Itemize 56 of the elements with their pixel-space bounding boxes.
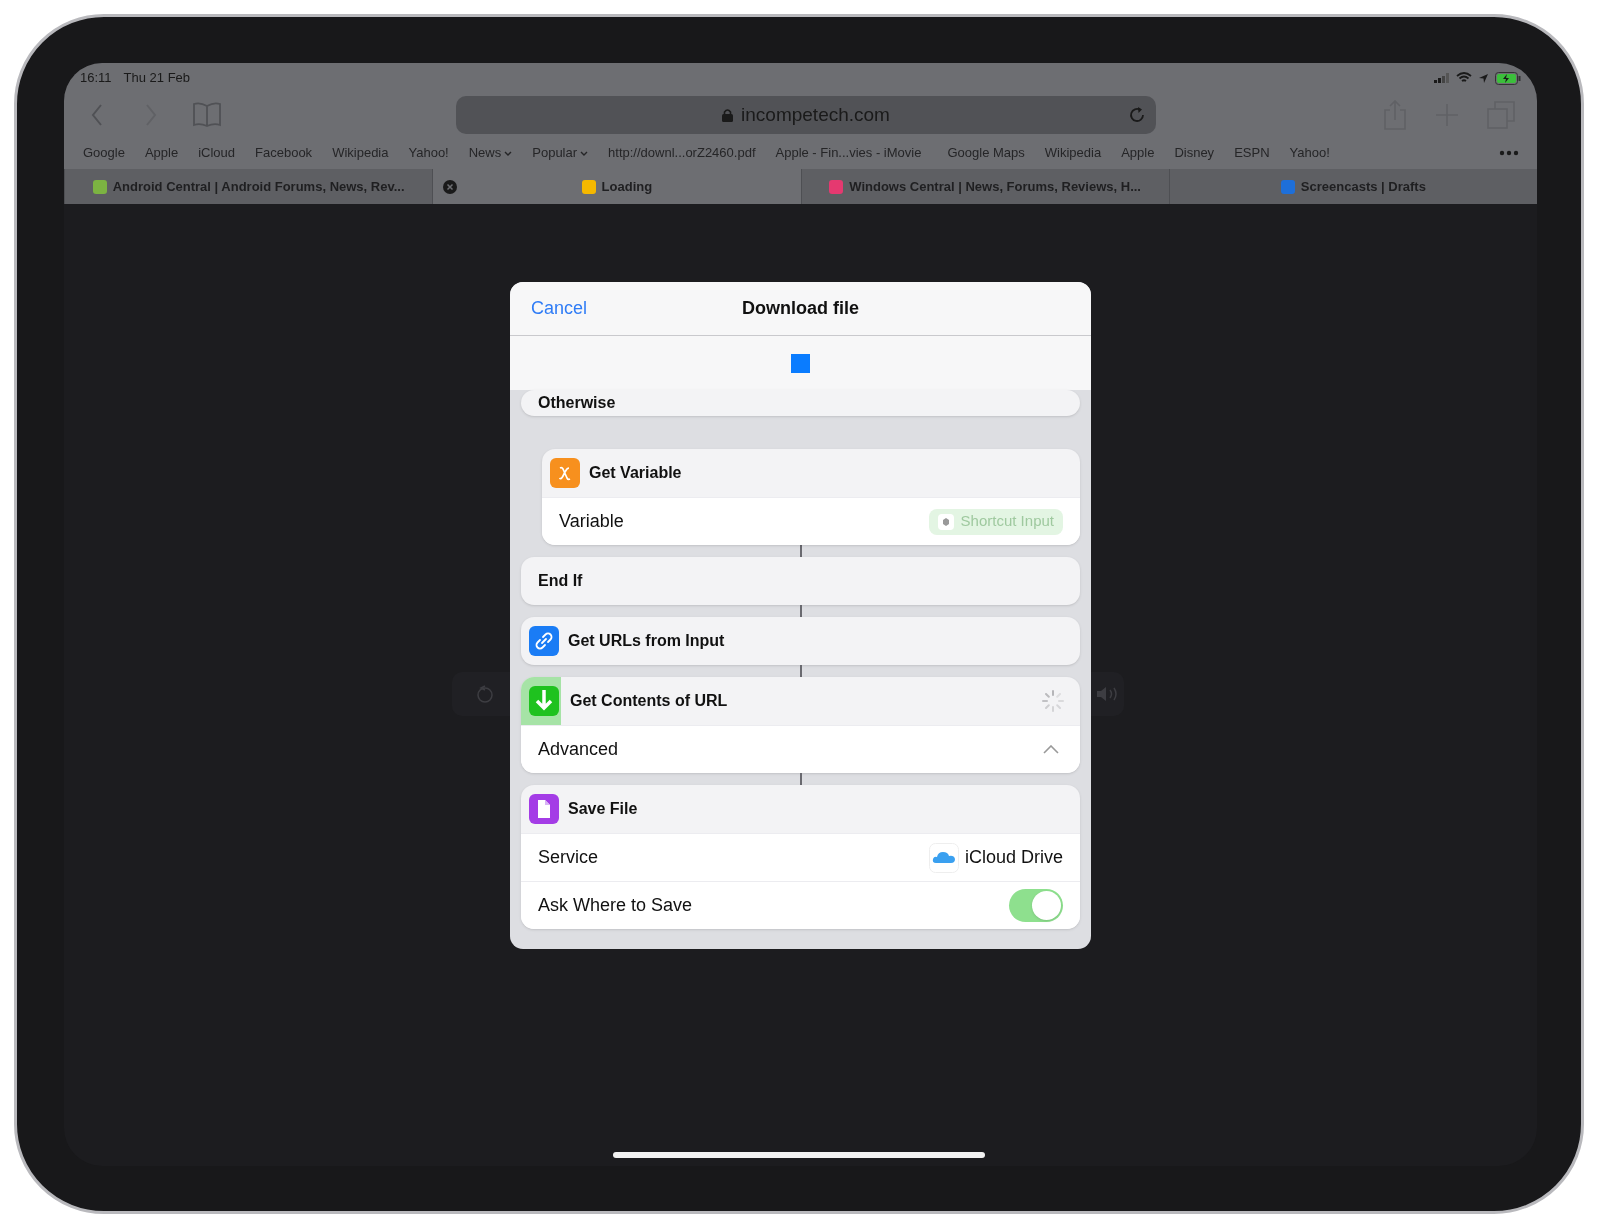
chevron-down-icon — [580, 150, 589, 156]
bookmark-link[interactable]: Wikipedia — [332, 143, 389, 163]
bookmark-link[interactable]: Apple — [1121, 143, 1155, 163]
bookmark-link[interactable]: Wikipedia — [1044, 143, 1102, 163]
shortcut-icon — [937, 513, 954, 530]
variable-token[interactable]: Shortcut Input — [928, 508, 1063, 535]
wifi-icon — [1456, 72, 1472, 84]
cancel-button[interactable]: Cancel — [531, 295, 588, 322]
location-icon — [1478, 72, 1489, 84]
battery-icon — [1495, 71, 1521, 85]
signal-icon — [1434, 73, 1450, 83]
action-title: Get Variable — [589, 463, 682, 483]
spinner-icon — [1042, 690, 1064, 712]
cloud-icon — [928, 842, 959, 873]
parameter-label: Service — [538, 846, 599, 869]
link-icon — [529, 626, 559, 656]
action-title: Save File — [568, 799, 638, 819]
address-text: incompetech.com — [741, 102, 890, 127]
reload-icon[interactable] — [1128, 106, 1146, 124]
bookmark-link[interactable]: Disney — [1174, 143, 1215, 163]
back-icon[interactable] — [91, 104, 103, 126]
skip-back-icon[interactable] — [476, 685, 494, 703]
status-date: Thu 21 Feb — [123, 69, 191, 88]
bookmark-link[interactable]: Facebook — [255, 143, 313, 163]
block-title: End If — [538, 571, 583, 591]
book-icon[interactable] — [192, 102, 222, 128]
lock-icon — [722, 108, 734, 122]
bookmark-link[interactable]: Google — [83, 143, 125, 163]
bookmark-link[interactable]: Popular — [532, 143, 589, 163]
bookmark-link[interactable]: ESPN — [1234, 143, 1270, 163]
sheet-title: Download file — [742, 297, 859, 320]
service-value[interactable]: iCloud Drive — [964, 844, 1063, 871]
parameter-label: Variable — [559, 510, 624, 533]
action-title: Get URLs from Input — [568, 631, 725, 651]
more-icon[interactable] — [1499, 150, 1519, 156]
bookmark-link[interactable]: Apple — [144, 143, 179, 163]
stop-button[interactable] — [791, 353, 810, 373]
close-icon[interactable] — [443, 179, 458, 194]
bookmark-link[interactable]: Yahoo! — [408, 143, 449, 163]
block-title: Otherwise — [538, 393, 616, 413]
address-bar[interactable]: incompetech.com — [456, 96, 1156, 134]
document-icon — [529, 794, 559, 824]
action-title: Get Contents of URL — [570, 691, 728, 711]
variable-icon — [550, 458, 580, 488]
bookmark-link[interactable]: News — [468, 143, 513, 163]
parameter-label: Advanced — [538, 738, 619, 761]
bookmark-link[interactable]: Apple - Fin...vies - iMovie — [775, 143, 922, 163]
browser-tab[interactable]: Loading — [432, 169, 801, 204]
toggle-switch[interactable] — [1009, 889, 1063, 922]
bookmark-link[interactable]: iCloud — [198, 143, 236, 163]
parameter-label: Ask Where to Save — [538, 894, 693, 917]
bookmark-link[interactable]: Yahoo! — [1289, 143, 1330, 163]
chevron-down-icon — [504, 150, 513, 156]
bookmark-link[interactable]: http://downl...orZ2460.pdf — [608, 143, 756, 163]
bookmark-link[interactable]: Google Maps — [947, 143, 1025, 163]
status-time: 16:11 — [80, 69, 112, 88]
